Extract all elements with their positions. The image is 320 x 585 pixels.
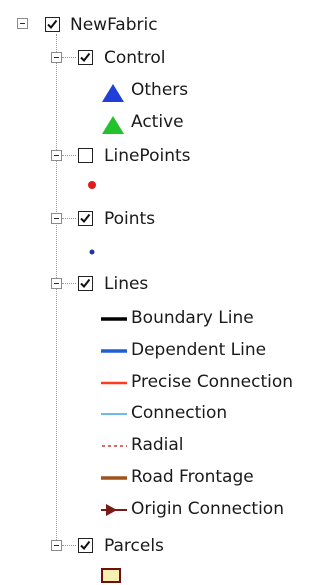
collapse-toggle-points[interactable] — [51, 213, 62, 224]
checkbox-linepoints[interactable] — [78, 148, 93, 163]
light-blue-line-icon — [101, 413, 127, 415]
blue-triangle-icon — [102, 84, 124, 102]
symbol-label-boundary-line: Boundary Line — [131, 308, 254, 328]
collapse-toggle-parcels[interactable] — [51, 540, 62, 551]
symbol-label-connection: Connection — [131, 403, 228, 423]
red-dot-icon — [88, 181, 96, 189]
arrow-line-icon — [101, 504, 127, 516]
checkbox-control[interactable] — [78, 50, 93, 65]
layer-label-parcels: Parcels — [104, 536, 164, 556]
layer-label-linepoints: LinePoints — [104, 146, 191, 166]
symbol-label-road-frontage: Road Frontage — [131, 467, 254, 487]
brown-line-icon — [101, 476, 127, 480]
layer-label-control: Control — [104, 48, 166, 68]
collapse-toggle-control[interactable] — [51, 52, 62, 63]
checkbox-lines[interactable] — [78, 276, 93, 291]
symbol-label-radial: Radial — [131, 435, 184, 455]
checkbox-points[interactable] — [78, 211, 93, 226]
toc-tree: NewFabric Control Others Active LinePoin… — [0, 0, 318, 585]
collapse-toggle-root[interactable] — [17, 18, 28, 29]
tree-connector-main — [56, 34, 57, 546]
symbol-label-active: Active — [131, 112, 184, 132]
checkbox-root[interactable] — [45, 17, 60, 32]
green-triangle-icon — [102, 116, 124, 134]
collapse-toggle-lines[interactable] — [51, 278, 62, 289]
root-label: NewFabric — [70, 15, 158, 35]
symbol-label-precise-connection: Precise Connection — [131, 372, 294, 392]
dashed-red-line-icon — [102, 445, 127, 447]
parcel-polygon-icon — [101, 568, 121, 583]
layer-label-points: Points — [104, 209, 156, 229]
layer-label-lines: Lines — [104, 274, 149, 294]
blue-line-icon — [101, 349, 127, 353]
collapse-toggle-linepoints[interactable] — [51, 150, 62, 161]
symbol-label-others: Others — [131, 80, 189, 100]
black-line-icon — [101, 317, 127, 321]
checkbox-parcels[interactable] — [78, 538, 93, 553]
symbol-label-dependent-line: Dependent Line — [131, 340, 267, 360]
red-line-icon — [101, 381, 127, 385]
blue-dot-icon — [89, 249, 95, 255]
symbol-label-origin-connection: Origin Connection — [131, 499, 284, 519]
